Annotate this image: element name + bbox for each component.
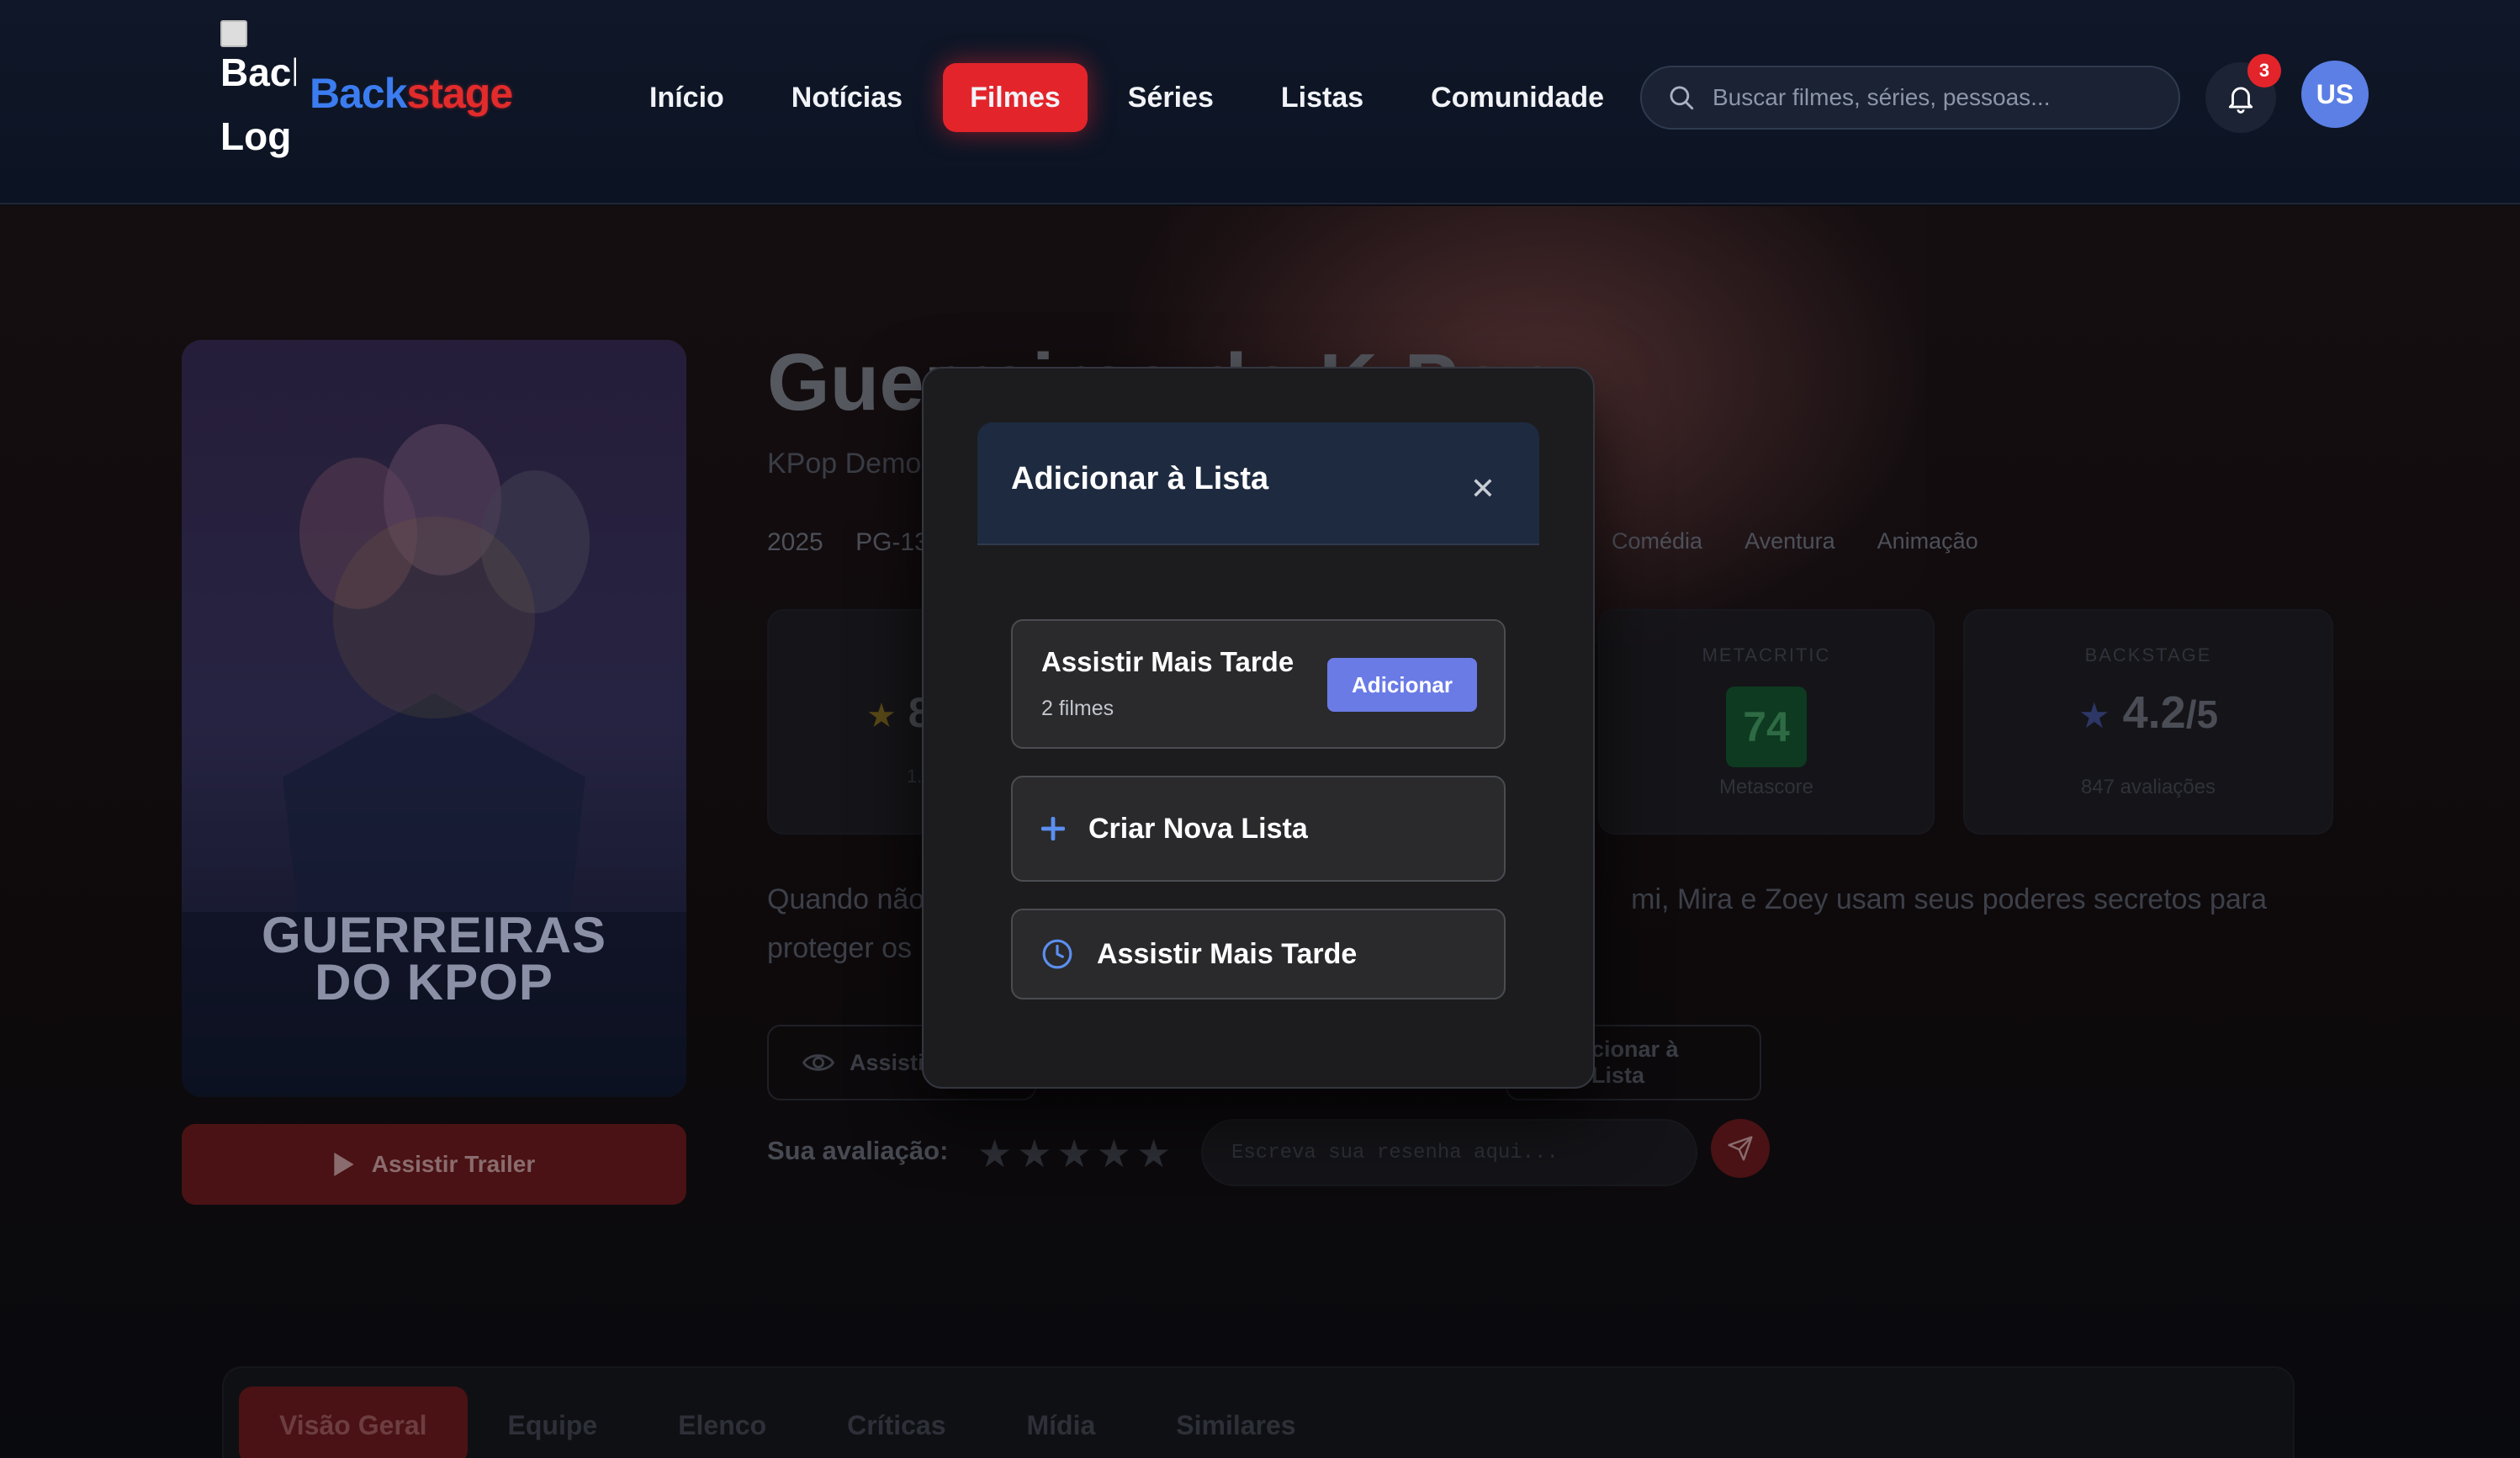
modal-title: Adicionar à Lista	[1011, 461, 1269, 496]
list-name: Assistir Mais Tarde	[1041, 646, 1294, 677]
plus-icon	[1041, 817, 1065, 840]
watch-later-button[interactable]: Assistir Mais Tarde	[1011, 909, 1506, 999]
list-count: 2 filmes	[1041, 697, 1114, 720]
modal-header: Adicionar à Lista ✕	[977, 422, 1539, 545]
add-button[interactable]: Adicionar	[1327, 658, 1477, 712]
create-list-button[interactable]: Criar Nova Lista	[1011, 776, 1506, 882]
clock-icon	[1042, 939, 1072, 969]
list-item[interactable]: Assistir Mais Tarde 2 filmes Adicionar	[1011, 619, 1506, 749]
watch-later-label: Assistir Mais Tarde	[1097, 937, 1358, 970]
create-list-label: Criar Nova Lista	[1088, 812, 1308, 845]
close-icon[interactable]: ✕	[1470, 471, 1496, 506]
